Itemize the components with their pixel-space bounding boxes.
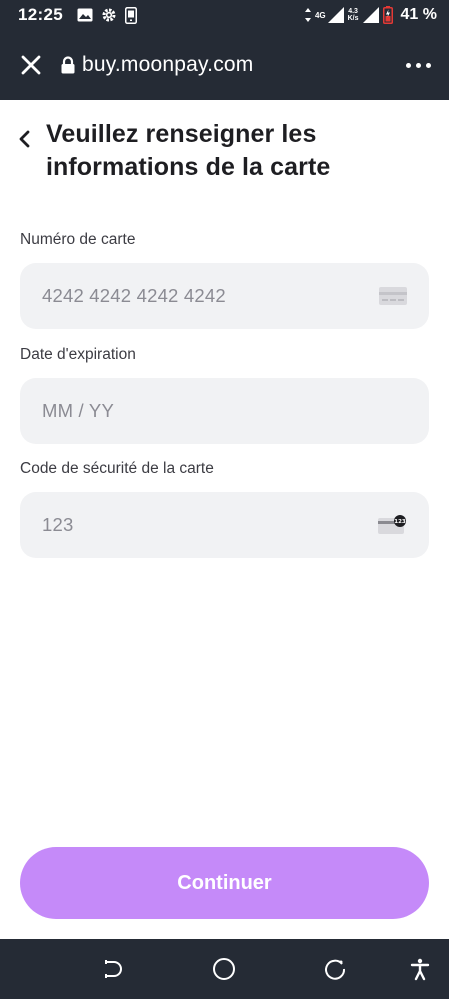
accessibility-icon[interactable] <box>408 957 432 981</box>
image-icon <box>77 8 93 22</box>
status-system-icons: 4G 4.3 K/s 41 % <box>304 6 437 24</box>
expiry-label: Date d'expiration <box>20 346 136 363</box>
page-header: Veuillez renseigner les informations de … <box>18 118 438 184</box>
security-code-label: Code de sécurité de la carte <box>20 460 214 477</box>
network-speed-unit: K/s <box>347 15 359 22</box>
expiry-field[interactable] <box>20 378 429 444</box>
data-arrows-icon <box>304 8 311 22</box>
nav-back-icon[interactable] <box>100 957 124 981</box>
network-speed: 4.3 K/s <box>348 8 359 22</box>
security-code-input[interactable] <box>42 514 377 536</box>
chevron-left-icon <box>19 130 30 148</box>
back-button[interactable] <box>18 124 32 154</box>
system-navigation-bar <box>0 939 449 999</box>
credit-card-icon <box>379 287 407 305</box>
lock-icon <box>61 56 75 74</box>
status-notification-icons <box>77 6 137 24</box>
menu-dot <box>416 62 421 68</box>
card-number-input[interactable] <box>42 285 379 307</box>
browser-url[interactable]: buy.moonpay.com <box>82 53 253 77</box>
network-speed-value: 4.3 <box>348 8 358 15</box>
continue-button[interactable]: Continuer <box>20 847 429 919</box>
expiry-input[interactable] <box>42 400 407 422</box>
card-number-label: Numéro de carte <box>20 231 136 248</box>
more-horizontal-icon[interactable] <box>406 57 431 74</box>
menu-dot <box>426 62 431 68</box>
security-code-field[interactable]: 123 <box>20 492 429 558</box>
status-time: 12:25 <box>18 5 63 24</box>
settings-gear-icon <box>102 8 116 22</box>
browser-toolbar: buy.moonpay.com <box>0 30 449 100</box>
menu-dot <box>406 62 411 68</box>
cvc-badge-text: 123 <box>394 519 406 525</box>
battery-percent: 41 % <box>400 6 437 23</box>
signal-icon-secondary <box>362 7 379 23</box>
phone-screen-icon <box>124 6 137 24</box>
status-bar: 12:25 4G 4.3 K/s 41 % <box>0 0 449 30</box>
nav-home-icon[interactable] <box>212 957 236 981</box>
close-icon[interactable] <box>20 54 42 76</box>
nav-recents-icon[interactable] <box>323 957 347 981</box>
network-type: 4G <box>314 10 326 20</box>
card-cvc-icon: 123 <box>378 515 406 534</box>
page-title: Veuillez renseigner les informations de … <box>45 120 331 181</box>
battery-low-icon <box>382 6 393 24</box>
signal-icon <box>327 7 344 23</box>
card-number-field[interactable] <box>20 263 429 329</box>
